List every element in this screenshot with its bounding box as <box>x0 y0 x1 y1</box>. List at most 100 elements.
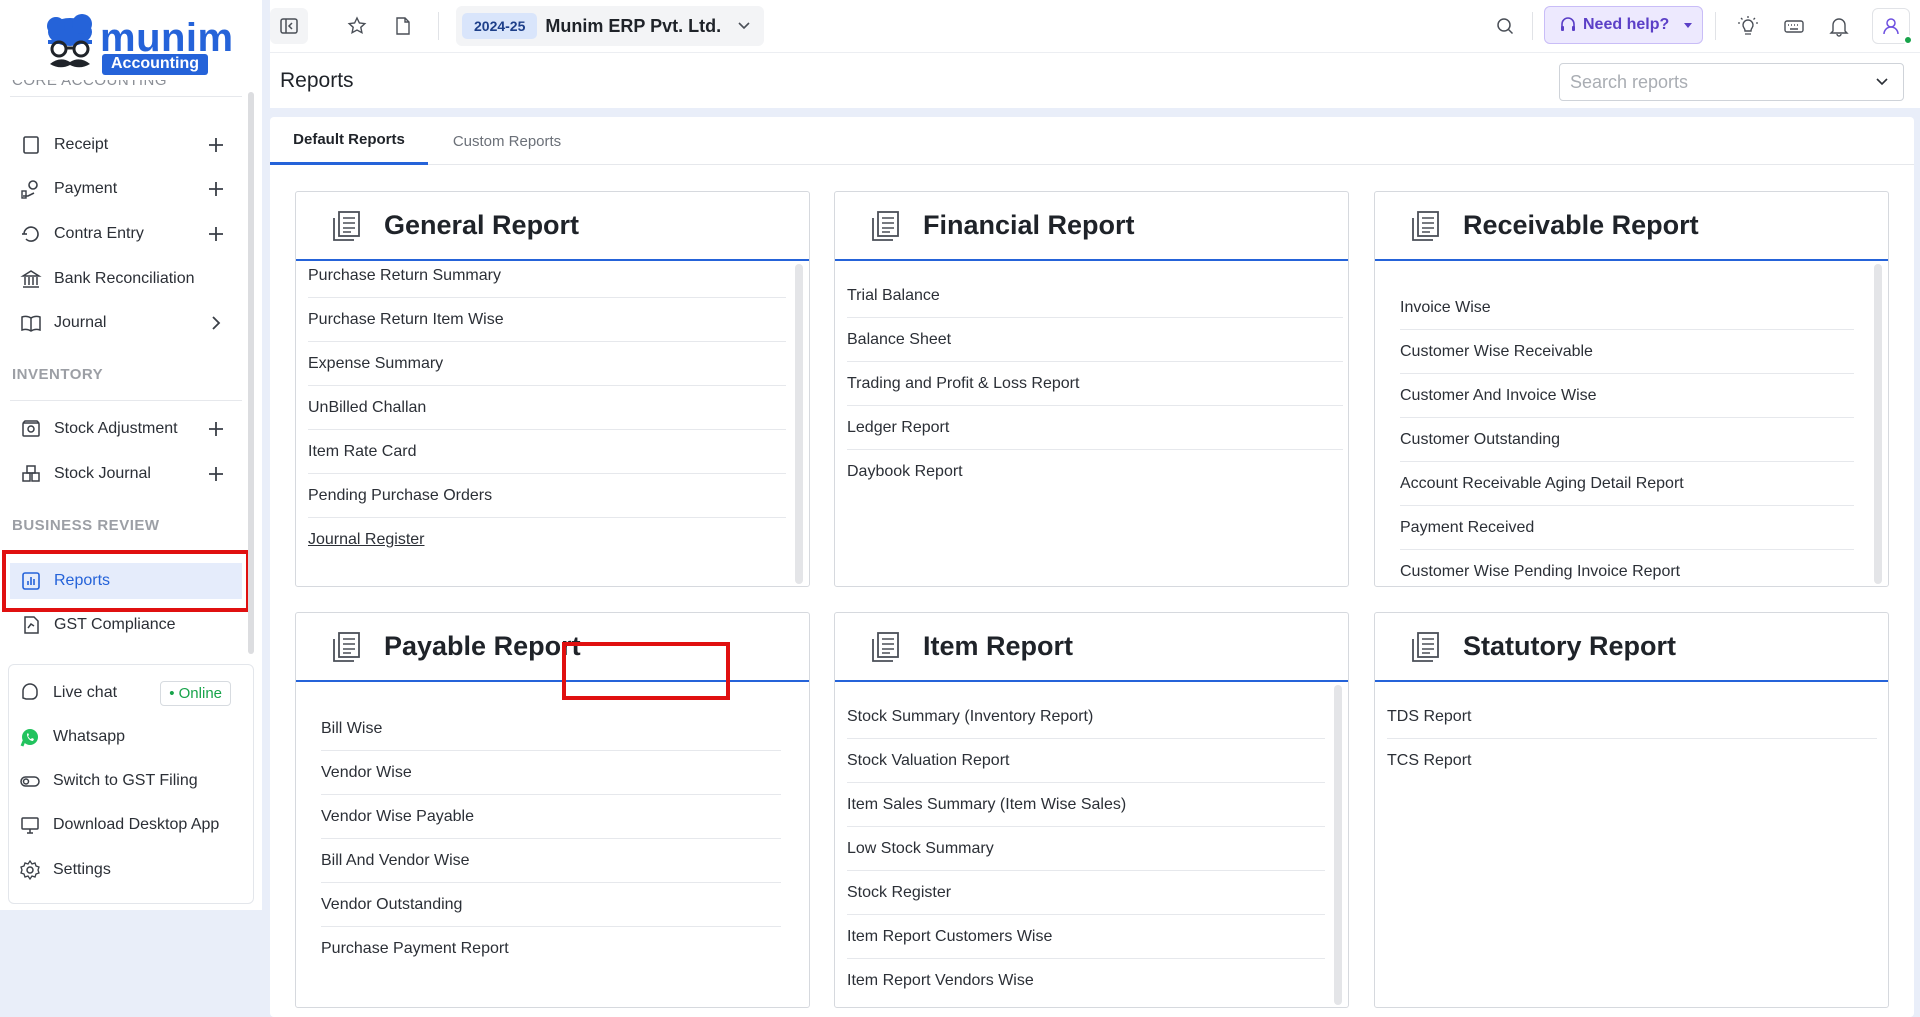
report-item-tds-report[interactable]: TDS Report <box>1387 695 1877 739</box>
notifications-button[interactable] <box>1820 8 1858 44</box>
chevron-down-icon[interactable] <box>1873 73 1891 91</box>
report-item-stock-register[interactable]: Stock Register <box>847 871 1325 915</box>
report-item-customer-wise-receivable[interactable]: Customer Wise Receivable <box>1400 330 1854 374</box>
report-item-trial-balance[interactable]: Trial Balance <box>847 274 1343 318</box>
card-header: Receivable Report <box>1375 192 1888 261</box>
report-document-icon <box>1412 631 1439 662</box>
report-item-item-vendors-wise[interactable]: Item Report Vendors Wise <box>847 959 1325 1003</box>
add-payment-plus-icon[interactable] <box>206 179 226 199</box>
munim-logo[interactable]: munim Accounting <box>42 14 233 80</box>
tab-default-reports[interactable]: Default Reports <box>270 117 428 165</box>
sidebar-item-payment[interactable]: Payment <box>10 171 242 207</box>
sidebar-scrollbar[interactable] <box>248 92 254 654</box>
download-desktop-label: Download Desktop App <box>53 816 220 833</box>
add-stock-adjustment-plus-icon[interactable] <box>206 419 226 439</box>
card-financial-report: Financial Report Trial Balance Balance S… <box>834 191 1349 587</box>
report-item-journal-register[interactable]: Journal Register <box>308 518 786 562</box>
sidebar-divider <box>10 96 242 97</box>
settings-item[interactable]: Settings <box>9 852 241 888</box>
sidebar-divider <box>10 400 242 401</box>
report-item-daybook-report[interactable]: Daybook Report <box>847 450 1343 494</box>
card-scrollbar[interactable] <box>1874 264 1882 584</box>
topbar-divider <box>1715 12 1716 40</box>
search-reports-input[interactable] <box>1570 71 1873 93</box>
search-reports-select[interactable] <box>1559 63 1904 101</box>
report-item-vendor-wise[interactable]: Vendor Wise <box>321 751 781 795</box>
sidebar-item-journal[interactable]: Journal <box>10 305 242 341</box>
bulb-icon <box>1738 16 1758 35</box>
add-stock-journal-plus-icon[interactable] <box>206 464 226 484</box>
support-panel: Live chat • Online Whatsapp Switch to GS… <box>8 664 254 904</box>
report-item-stock-summary[interactable]: Stock Summary (Inventory Report) <box>847 695 1325 739</box>
report-item-low-stock-summary[interactable]: Low Stock Summary <box>847 827 1325 871</box>
sidebar-item-receipt[interactable]: Receipt <box>10 127 242 163</box>
sidebar-item-bank-reconciliation[interactable]: Bank Reconciliation <box>10 261 242 297</box>
sidebar-item-contra-entry[interactable]: Contra Entry <box>10 216 242 252</box>
report-item-customer-pending-invoice[interactable]: Customer Wise Pending Invoice Report <box>1400 550 1854 586</box>
report-item-stock-valuation[interactable]: Stock Valuation Report <box>847 739 1325 783</box>
report-item-ar-aging-detail[interactable]: Account Receivable Aging Detail Report <box>1400 462 1854 506</box>
report-item-item-customers-wise[interactable]: Item Report Customers Wise <box>847 915 1325 959</box>
notes-button[interactable] <box>384 8 422 44</box>
company-name: Munim ERP Pvt. Ltd. <box>545 15 722 36</box>
card-title: General Report <box>384 210 580 240</box>
company-selector[interactable]: 2024-25 Munim ERP Pvt. Ltd. <box>456 6 764 46</box>
stock-journal-icon <box>22 465 40 482</box>
report-item-purchase-payment[interactable]: Purchase Payment Report <box>321 927 781 971</box>
report-list: Purchase Return Summary Purchase Return … <box>308 254 786 562</box>
card-statutory-report: Statutory Report TDS Report TCS Report <box>1374 612 1889 1008</box>
keyboard-shortcuts-button[interactable] <box>1775 8 1813 44</box>
global-search-button[interactable] <box>1486 8 1524 44</box>
report-item-invoice-wise[interactable]: Invoice Wise <box>1400 286 1854 330</box>
sidebar-item-label: Stock Adjustment <box>54 420 178 437</box>
switch-gst-filing-item[interactable]: Switch to GST Filing <box>9 763 241 799</box>
add-receipt-plus-icon[interactable] <box>206 135 226 155</box>
report-document-icon <box>1412 210 1439 241</box>
report-item-item-sales-summary[interactable]: Item Sales Summary (Item Wise Sales) <box>847 783 1325 827</box>
user-profile-button[interactable] <box>1872 8 1913 45</box>
sidebar-item-label: Journal <box>54 314 107 331</box>
online-status-dot <box>1903 35 1913 45</box>
whatsapp-item[interactable]: Whatsapp <box>9 719 241 755</box>
report-item-purchase-return-summary[interactable]: Purchase Return Summary <box>308 254 786 298</box>
collapse-sidebar-button[interactable] <box>270 8 308 44</box>
card-payable-report: Payable Report Bill Wise Vendor Wise Ven… <box>295 612 810 1008</box>
card-scrollbar[interactable] <box>795 264 803 584</box>
download-desktop-app-item[interactable]: Download Desktop App <box>9 807 241 843</box>
card-title: Payable Report <box>384 631 581 661</box>
tab-custom-reports[interactable]: Custom Reports <box>430 117 584 165</box>
report-item-unbilled-challan[interactable]: UnBilled Challan <box>308 386 786 430</box>
report-list: Invoice Wise Customer Wise Receivable Cu… <box>1400 286 1854 586</box>
favorites-button[interactable] <box>338 8 376 44</box>
report-item-customer-and-invoice-wise[interactable]: Customer And Invoice Wise <box>1400 374 1854 418</box>
report-item-vendor-wise-payable[interactable]: Vendor Wise Payable <box>321 795 781 839</box>
card-scrollbar[interactable] <box>1334 685 1342 1005</box>
report-item-customer-outstanding[interactable]: Customer Outstanding <box>1400 418 1854 462</box>
sidebar-item-stock-journal[interactable]: Stock Journal <box>10 456 242 492</box>
report-item-bill-wise[interactable]: Bill Wise <box>321 707 781 751</box>
report-item-payment-received[interactable]: Payment Received <box>1400 506 1854 550</box>
report-item-trading-profit-loss[interactable]: Trading and Profit & Loss Report <box>847 362 1343 406</box>
report-item-bill-and-vendor-wise[interactable]: Bill And Vendor Wise <box>321 839 781 883</box>
report-document-icon <box>872 210 899 241</box>
sidebar-item-label: Contra Entry <box>54 225 144 242</box>
report-item-expense-summary[interactable]: Expense Summary <box>308 342 786 386</box>
need-help-button[interactable]: Need help? <box>1544 6 1703 44</box>
section-inventory: INVENTORY <box>12 366 104 383</box>
report-item-tcs-report[interactable]: TCS Report <box>1387 739 1877 783</box>
report-item-purchase-return-item-wise[interactable]: Purchase Return Item Wise <box>308 298 786 342</box>
keyboard-icon <box>1784 20 1804 33</box>
top-bar: 2024-25 Munim ERP Pvt. Ltd. Need help? <box>270 0 1920 52</box>
report-item-pending-purchase-orders[interactable]: Pending Purchase Orders <box>308 474 786 518</box>
add-contra-plus-icon[interactable] <box>206 224 226 244</box>
report-item-ledger-report[interactable]: Ledger Report <box>847 406 1343 450</box>
whats-new-button[interactable] <box>1729 8 1767 44</box>
report-item-item-rate-card[interactable]: Item Rate Card <box>308 430 786 474</box>
sidebar-item-gst-compliance[interactable]: GST Compliance <box>10 607 242 643</box>
sidebar-item-stock-adjustment[interactable]: Stock Adjustment <box>10 411 242 447</box>
report-item-vendor-outstanding[interactable]: Vendor Outstanding <box>321 883 781 927</box>
live-chat-item[interactable]: Live chat • Online <box>9 675 241 711</box>
sidebar-item-label: Receipt <box>54 136 109 153</box>
chevron-right-icon[interactable] <box>206 313 226 333</box>
report-item-balance-sheet[interactable]: Balance Sheet <box>847 318 1343 362</box>
